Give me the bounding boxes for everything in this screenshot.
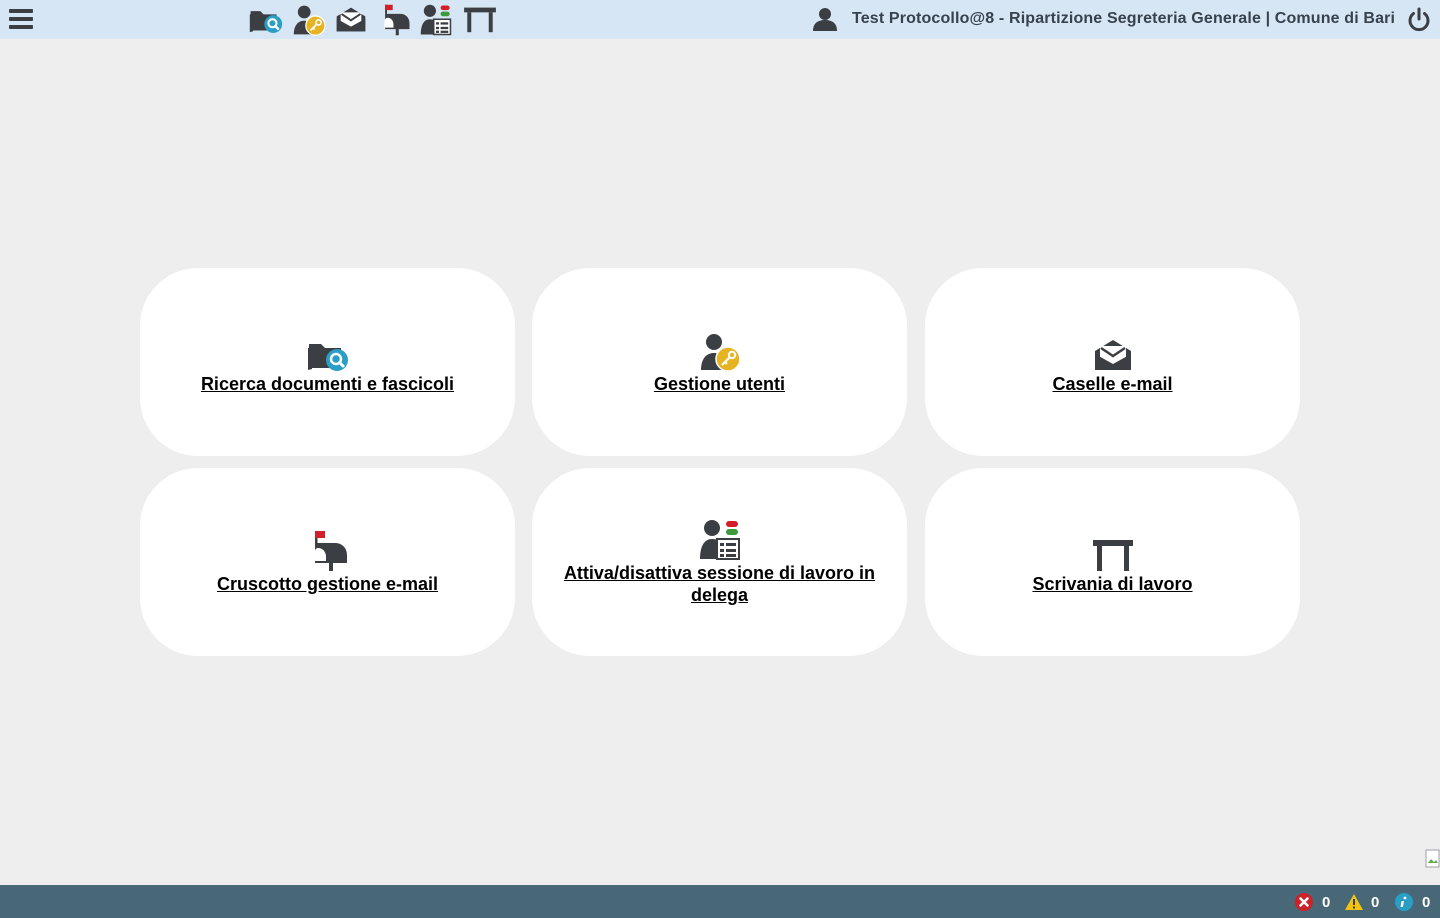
quick-delegation-icon[interactable]	[418, 4, 454, 35]
error-count[interactable]: 0	[1295, 893, 1330, 911]
power-icon[interactable]	[1406, 7, 1432, 33]
tile-label[interactable]: Caselle e-mail	[1032, 373, 1192, 395]
tile-cruscotto-email[interactable]: Cruscotto gestione e-mail	[140, 468, 515, 656]
tile-label[interactable]: Cruscotto gestione e-mail	[197, 573, 458, 595]
hamburger-menu-icon[interactable]	[9, 9, 33, 29]
folder-search-icon	[307, 338, 349, 372]
tile-label[interactable]: Gestione utenti	[634, 373, 805, 395]
info-count-value: 0	[1422, 893, 1431, 911]
mailbox-icon	[307, 530, 349, 572]
quick-mailbox-icon[interactable]	[377, 4, 413, 35]
delegation-icon	[699, 519, 741, 561]
tile-label[interactable]: Attiva/disattiva sessione di lavoro in d…	[532, 562, 907, 606]
warning-count-value: 0	[1371, 893, 1380, 911]
user-session-label: Test Protocollo@8 - Ripartizione Segrete…	[852, 10, 1396, 27]
error-icon	[1295, 893, 1313, 911]
tile-gestione-utenti[interactable]: Gestione utenti	[532, 268, 907, 456]
info-icon	[1395, 893, 1413, 911]
desk-icon	[1092, 538, 1134, 572]
warning-icon	[1345, 894, 1363, 910]
tile-sessione-delega[interactable]: Attiva/disattiva sessione di lavoro in d…	[532, 468, 907, 656]
status-bar: 0 0 0	[0, 885, 1440, 918]
info-count[interactable]: 0	[1395, 893, 1430, 911]
user-key-icon	[699, 332, 741, 372]
quick-user-key-icon[interactable]	[291, 4, 327, 35]
quick-envelope-icon[interactable]	[333, 4, 369, 35]
tile-ricerca-documenti[interactable]: Ricerca documenti e fascicoli	[140, 268, 515, 456]
quick-desk-icon[interactable]	[462, 4, 498, 35]
tile-label[interactable]: Scrivania di lavoro	[1012, 573, 1212, 595]
top-bar: Test Protocollo@8 - Ripartizione Segrete…	[0, 0, 1440, 39]
warning-count[interactable]: 0	[1344, 893, 1379, 911]
error-count-value: 0	[1322, 893, 1331, 911]
tile-scrivania[interactable]: Scrivania di lavoro	[925, 468, 1300, 656]
envelope-icon	[1092, 338, 1134, 372]
broken-image-icon	[1425, 849, 1440, 868]
tile-label[interactable]: Ricerca documenti e fascicoli	[181, 373, 474, 395]
quick-folder-search-icon[interactable]	[248, 4, 284, 35]
user-icon	[813, 8, 837, 31]
tile-caselle-email[interactable]: Caselle e-mail	[925, 268, 1300, 456]
